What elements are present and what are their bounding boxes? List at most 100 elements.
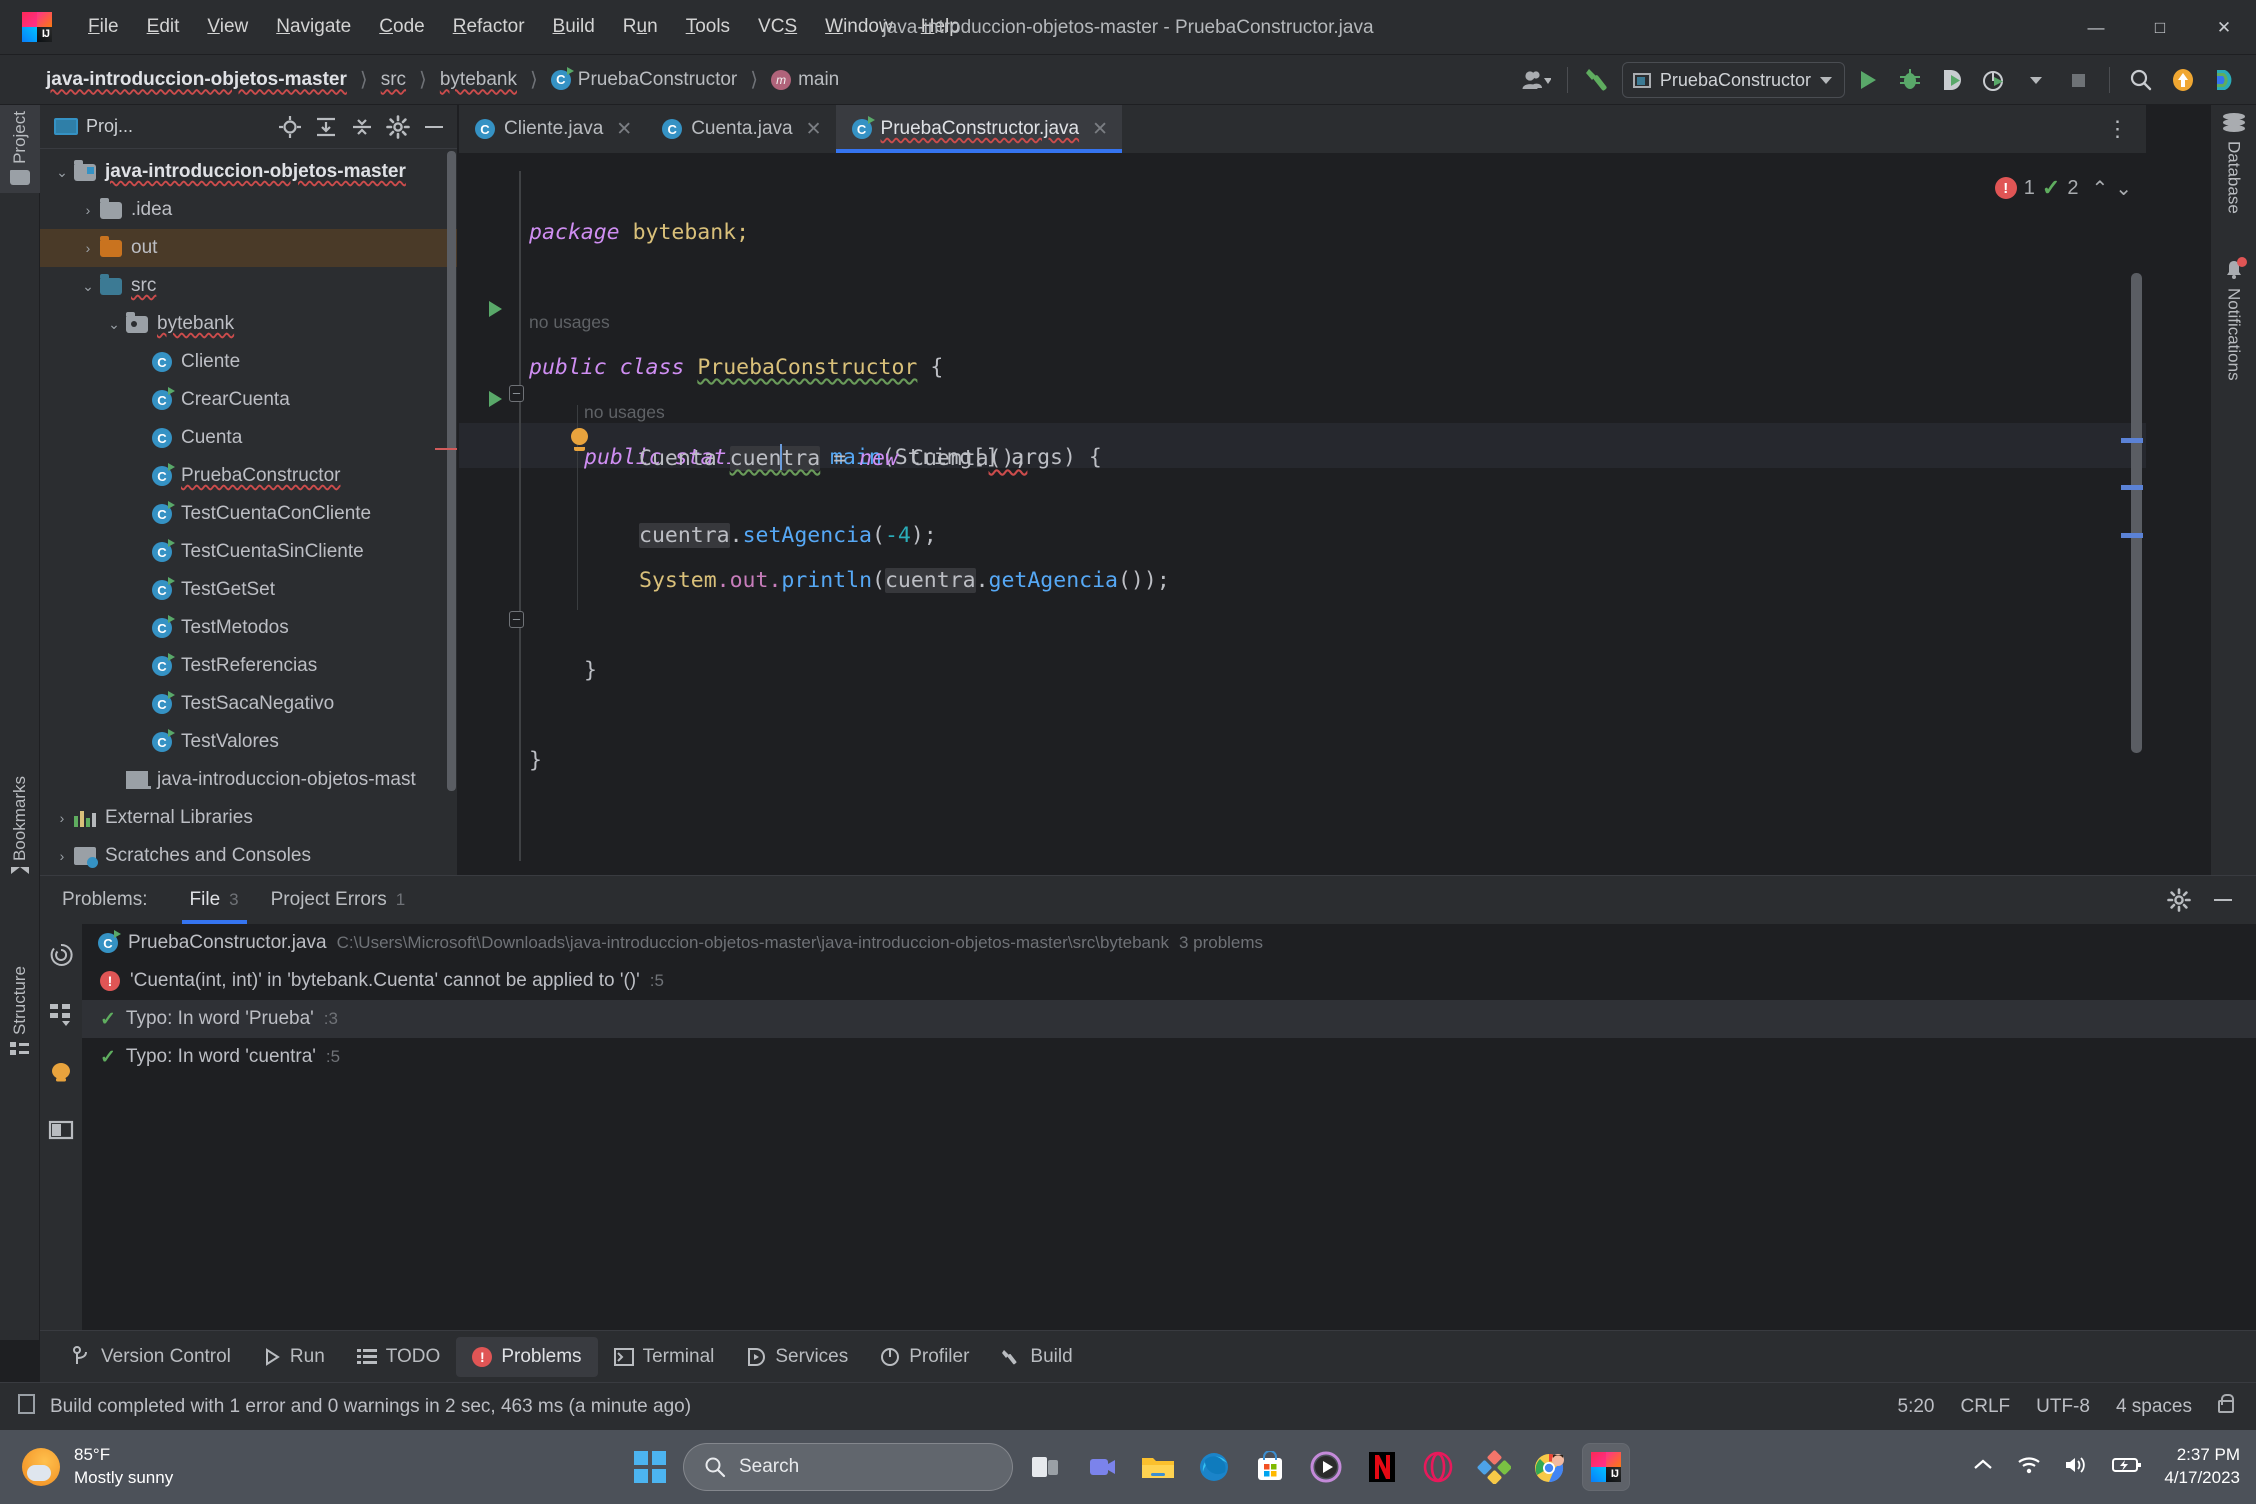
photos-icon[interactable]: [1471, 1444, 1517, 1490]
show-hidden-icons[interactable]: [1972, 1458, 1994, 1477]
sidebar-item-notifications[interactable]: Notifications: [2211, 252, 2256, 389]
taskbar-clock[interactable]: 2:37 PM 4/17/2023: [2164, 1444, 2240, 1490]
tab-todo[interactable]: TODO: [341, 1337, 457, 1377]
wifi-icon[interactable]: [2016, 1455, 2042, 1480]
tree-node-testgetset[interactable]: C TestGetSet: [40, 571, 457, 609]
tree-node-testreferencias[interactable]: C TestReferencias: [40, 647, 457, 685]
more-options-icon[interactable]: ⋮: [2098, 105, 2138, 153]
hammer-build-icon[interactable]: [1580, 61, 1618, 99]
breadcrumb-method[interactable]: m main: [767, 67, 843, 93]
tree-node-out[interactable]: › out: [40, 229, 457, 267]
tree-node--idea[interactable]: › .idea: [40, 191, 457, 229]
problems-file-row[interactable]: C PruebaConstructor.java C:\Users\Micros…: [82, 924, 2256, 962]
media-player-icon[interactable]: [1303, 1444, 1349, 1490]
file-explorer-icon[interactable]: [1135, 1444, 1181, 1490]
google-chrome-icon[interactable]: [1527, 1444, 1573, 1490]
code-editor[interactable]: – – package bytebank; no usages public c…: [459, 153, 2146, 875]
minimize-button[interactable]: —: [2064, 0, 2128, 55]
locate-icon[interactable]: [273, 110, 307, 144]
menu-view[interactable]: View: [193, 12, 262, 42]
editor-tab-cuenta[interactable]: C Cuenta.java ✕: [646, 105, 835, 153]
editor-scrollbar[interactable]: [2131, 273, 2142, 753]
tree-node-bytebank[interactable]: ⌄ bytebank: [40, 305, 457, 343]
hide-panel-icon[interactable]: [2206, 883, 2240, 917]
close-tab-icon[interactable]: ✕: [806, 118, 822, 141]
tab-run[interactable]: Run: [247, 1337, 341, 1377]
netflix-icon[interactable]: [1359, 1444, 1405, 1490]
tree-chevron-icon[interactable]: ›: [50, 810, 74, 826]
typo-stripe-marker[interactable]: [2121, 485, 2143, 490]
search-everywhere-icon[interactable]: [2122, 61, 2160, 99]
menu-window[interactable]: Window: [811, 12, 907, 42]
editor-tab-cliente[interactable]: C Cliente.java ✕: [459, 105, 646, 153]
close-button[interactable]: ✕: [2192, 0, 2256, 55]
weather-widget[interactable]: 85°F Mostly sunny: [22, 1444, 173, 1490]
tree-node-cliente[interactable]: C Cliente: [40, 343, 457, 381]
inspection-icon[interactable]: [48, 942, 74, 973]
menu-code[interactable]: Code: [365, 12, 438, 42]
update-project-icon[interactable]: [2164, 61, 2202, 99]
sidebar-item-structure[interactable]: Structure: [0, 960, 40, 1072]
tree-node-pruebaconstructor[interactable]: C PruebaConstructor: [40, 457, 457, 495]
settings-gear-icon[interactable]: [381, 110, 415, 144]
tree-node-testvalores[interactable]: C TestValores: [40, 723, 457, 761]
menu-run[interactable]: Run: [609, 12, 672, 42]
tree-node-cuenta[interactable]: C Cuenta: [40, 419, 457, 457]
tab-services[interactable]: Services: [730, 1337, 864, 1377]
problem-item-typo-prueba[interactable]: ✓ Typo: In word 'Prueba' :3: [82, 1000, 2256, 1038]
menu-vcs[interactable]: VCS: [744, 12, 811, 42]
opera-icon[interactable]: [1415, 1444, 1461, 1490]
breadcrumb-project[interactable]: java-introduccion-objetos-master: [42, 67, 351, 93]
tree-node-testcuentasincliente[interactable]: C TestCuentaSinCliente: [40, 533, 457, 571]
profiler-icon[interactable]: [1975, 61, 2013, 99]
menu-refactor[interactable]: Refactor: [439, 12, 539, 42]
tree-node-java-introduccion-objetos-master[interactable]: ⌄ java-introduccion-objetos-master: [40, 153, 457, 191]
tree-node-testmetodos[interactable]: C TestMetodos: [40, 609, 457, 647]
file-encoding[interactable]: UTF-8: [2036, 1396, 2090, 1418]
hide-panel-icon[interactable]: [417, 110, 451, 144]
caret-position[interactable]: 5:20: [1898, 1396, 1935, 1418]
collapse-all-icon[interactable]: [345, 110, 379, 144]
tab-problems[interactable]: ! Problems: [456, 1336, 598, 1377]
stop-icon[interactable]: [2059, 61, 2097, 99]
tree-node-external-libraries[interactable]: › External Libraries: [40, 799, 457, 837]
microsoft-edge-icon[interactable]: [1191, 1444, 1237, 1490]
menu-build[interactable]: Build: [539, 12, 609, 42]
user-account-icon[interactable]: [1517, 61, 1555, 99]
menu-file[interactable]: File: [74, 12, 133, 42]
close-tab-icon[interactable]: ✕: [616, 118, 632, 141]
tab-profiler[interactable]: Profiler: [864, 1337, 985, 1377]
close-tab-icon[interactable]: ✕: [1092, 118, 1108, 141]
tree-node-src[interactable]: ⌄ src: [40, 267, 457, 305]
group-by-icon[interactable]: [48, 1001, 74, 1032]
tree-chevron-icon[interactable]: ⌄: [102, 316, 126, 333]
taskbar-search[interactable]: Search: [683, 1443, 1013, 1491]
menu-edit[interactable]: Edit: [133, 12, 194, 42]
editor-tab-pruebaconstructor[interactable]: C PruebaConstructor.java ✕: [835, 105, 1123, 153]
tab-file-problems[interactable]: File 3: [174, 877, 255, 924]
sidebar-item-bookmarks[interactable]: Bookmarks: [0, 770, 40, 882]
next-problem-icon[interactable]: ⌄: [2115, 176, 2132, 201]
run-icon[interactable]: [1849, 61, 1887, 99]
volume-icon[interactable]: [2064, 1455, 2090, 1480]
breadcrumb-bytebank[interactable]: bytebank: [436, 67, 521, 93]
indent-setting[interactable]: 4 spaces: [2116, 1396, 2192, 1418]
tree-chevron-icon[interactable]: ⌄: [50, 164, 74, 181]
expand-all-icon[interactable]: [309, 110, 343, 144]
prev-problem-icon[interactable]: ⌃: [2091, 176, 2108, 201]
profiler-dropdown-icon[interactable]: [2017, 61, 2055, 99]
sidebar-item-database[interactable]: Database: [2211, 105, 2256, 222]
tree-node-testsacanegativo[interactable]: C TestSacaNegativo: [40, 685, 457, 723]
menu-tools[interactable]: Tools: [672, 12, 744, 42]
tree-node-crearcuenta[interactable]: C CrearCuenta: [40, 381, 457, 419]
settings-gear-icon[interactable]: [2162, 883, 2196, 917]
teams-icon[interactable]: [1079, 1444, 1125, 1490]
breadcrumb-src[interactable]: src: [377, 67, 410, 93]
tree-chevron-icon[interactable]: ›: [76, 240, 100, 256]
tree-node-java-introduccion-objetos-mast[interactable]: java-introduccion-objetos-mast: [40, 761, 457, 799]
tab-version-control[interactable]: Version Control: [56, 1337, 247, 1377]
tree-chevron-icon[interactable]: ⌄: [76, 278, 100, 295]
highlight-bulb-icon[interactable]: [48, 1060, 74, 1091]
battery-charging-icon[interactable]: [2112, 1456, 2142, 1479]
run-configuration-selector[interactable]: PruebaConstructor: [1621, 62, 1845, 98]
